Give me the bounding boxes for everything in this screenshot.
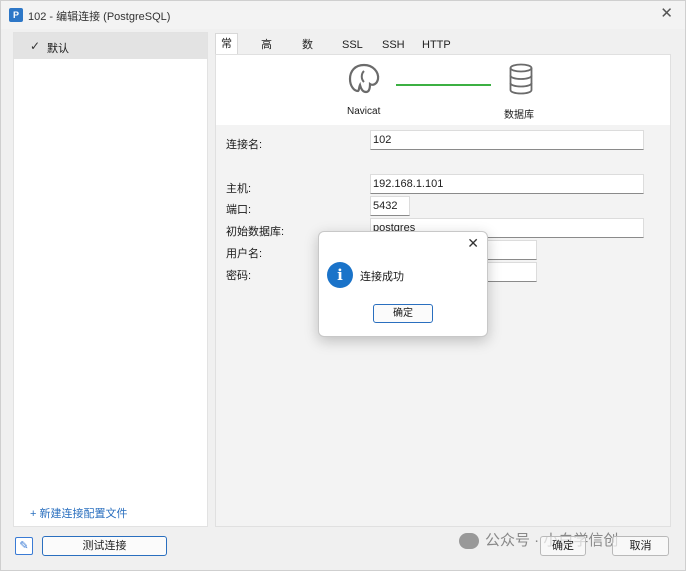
- check-icon: ✓: [30, 39, 41, 53]
- connection-name-field[interactable]: 102: [370, 130, 644, 150]
- connection-line: [396, 84, 491, 86]
- tab-ssl[interactable]: SSL: [337, 35, 368, 55]
- window-title: 102 - 编辑连接 (PostgreSQL): [28, 11, 171, 23]
- database-label: 数据库: [504, 110, 534, 121]
- wechat-icon: [459, 533, 479, 550]
- dialog-close-icon[interactable]: ✕: [467, 235, 479, 252]
- message-dialog: ✕ i 连接成功 确定: [318, 231, 488, 337]
- tab-http[interactable]: HTTP: [417, 35, 456, 55]
- title-bar: P 102 - 编辑连接 (PostgreSQL) ✕: [1, 1, 685, 29]
- connection-name-label: 连接名:: [226, 139, 263, 151]
- port-field[interactable]: 5432: [370, 196, 410, 216]
- port-label: 端口:: [226, 204, 252, 216]
- dialog-ok-button[interactable]: 确定: [373, 304, 433, 323]
- ok-button[interactable]: 确定: [540, 536, 586, 556]
- navicat-icon: [348, 63, 380, 94]
- tab-advanced[interactable]: 高级: [256, 35, 277, 71]
- initial-db-label: 初始数据库:: [226, 226, 285, 238]
- sidebar-item-default[interactable]: ✓ 默认: [14, 33, 207, 59]
- edit-icon[interactable]: ✎: [15, 537, 33, 555]
- dialog-message: 连接成功: [360, 271, 404, 283]
- new-profile-link[interactable]: + 新建连接配置文件: [30, 505, 127, 521]
- username-label: 用户名:: [226, 248, 263, 260]
- watermark: 公众号 · 小白学信创: [459, 529, 618, 550]
- navicat-label: Navicat: [347, 106, 381, 117]
- password-label: 密码:: [226, 270, 252, 282]
- host-field[interactable]: 192.168.1.101: [370, 174, 644, 194]
- connection-diagram: Navicat 数据库: [216, 55, 670, 125]
- info-icon: i: [327, 262, 353, 288]
- profile-sidebar: ✓ 默认 + 新建连接配置文件: [13, 32, 208, 527]
- test-connection-button[interactable]: 测试连接: [42, 536, 167, 556]
- host-label: 主机:: [226, 183, 252, 195]
- tab-databases[interactable]: 数据库: [297, 35, 318, 91]
- close-icon[interactable]: ✕: [660, 6, 673, 22]
- tab-general[interactable]: 常规: [215, 33, 238, 70]
- tab-ssh[interactable]: SSH: [377, 35, 410, 55]
- cancel-button[interactable]: 取消: [612, 536, 669, 556]
- sidebar-item-label: 默认: [47, 43, 69, 55]
- database-icon: [509, 63, 533, 95]
- elephant-icon: P: [9, 8, 23, 22]
